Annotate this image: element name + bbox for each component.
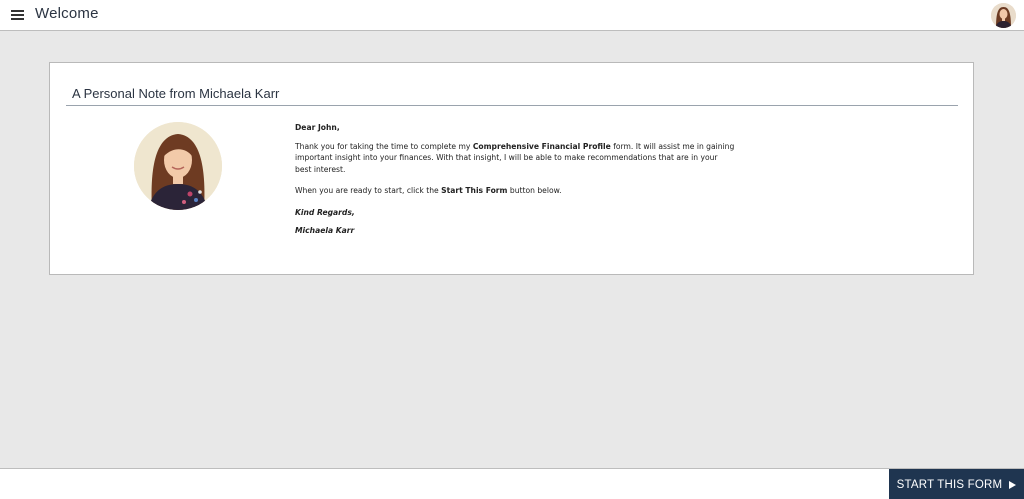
note-body: Dear John, Thank you for taking the time… (295, 122, 735, 244)
greeting: Dear John, (295, 123, 340, 132)
signature: Michaela Karr (295, 226, 355, 235)
play-arrow-icon (1009, 480, 1017, 489)
page-title: Welcome (35, 5, 99, 22)
user-avatar[interactable] (991, 3, 1016, 28)
title-divider (66, 105, 958, 106)
intro-paragraph: Thank you for taking the time to complet… (295, 141, 735, 176)
personal-note-card: A Personal Note from Michaela Karr Dear … (49, 62, 974, 275)
advisor-photo (134, 122, 222, 210)
form-name: Comprehensive Financial Profile (472, 141, 611, 151)
start-form-button[interactable]: START THIS FORM (889, 469, 1024, 499)
hamburger-menu-icon[interactable] (11, 10, 24, 21)
instruction-paragraph: When you are ready to start, click the S… (295, 185, 735, 197)
instruction-text-start: When you are ready to start, click the (295, 186, 442, 195)
top-bar: Welcome (0, 0, 1024, 31)
note-title: A Personal Note from Michaela Karr (72, 86, 280, 101)
closing: Kind Regards, (295, 207, 355, 217)
intro-text-start: Thank you for taking the time to complet… (295, 141, 473, 151)
start-form-label: START THIS FORM (896, 478, 1003, 491)
instruction-text-end: button below. (507, 186, 562, 195)
button-reference: Start This Form (441, 186, 508, 195)
bottom-bar: START THIS FORM (0, 468, 1024, 499)
